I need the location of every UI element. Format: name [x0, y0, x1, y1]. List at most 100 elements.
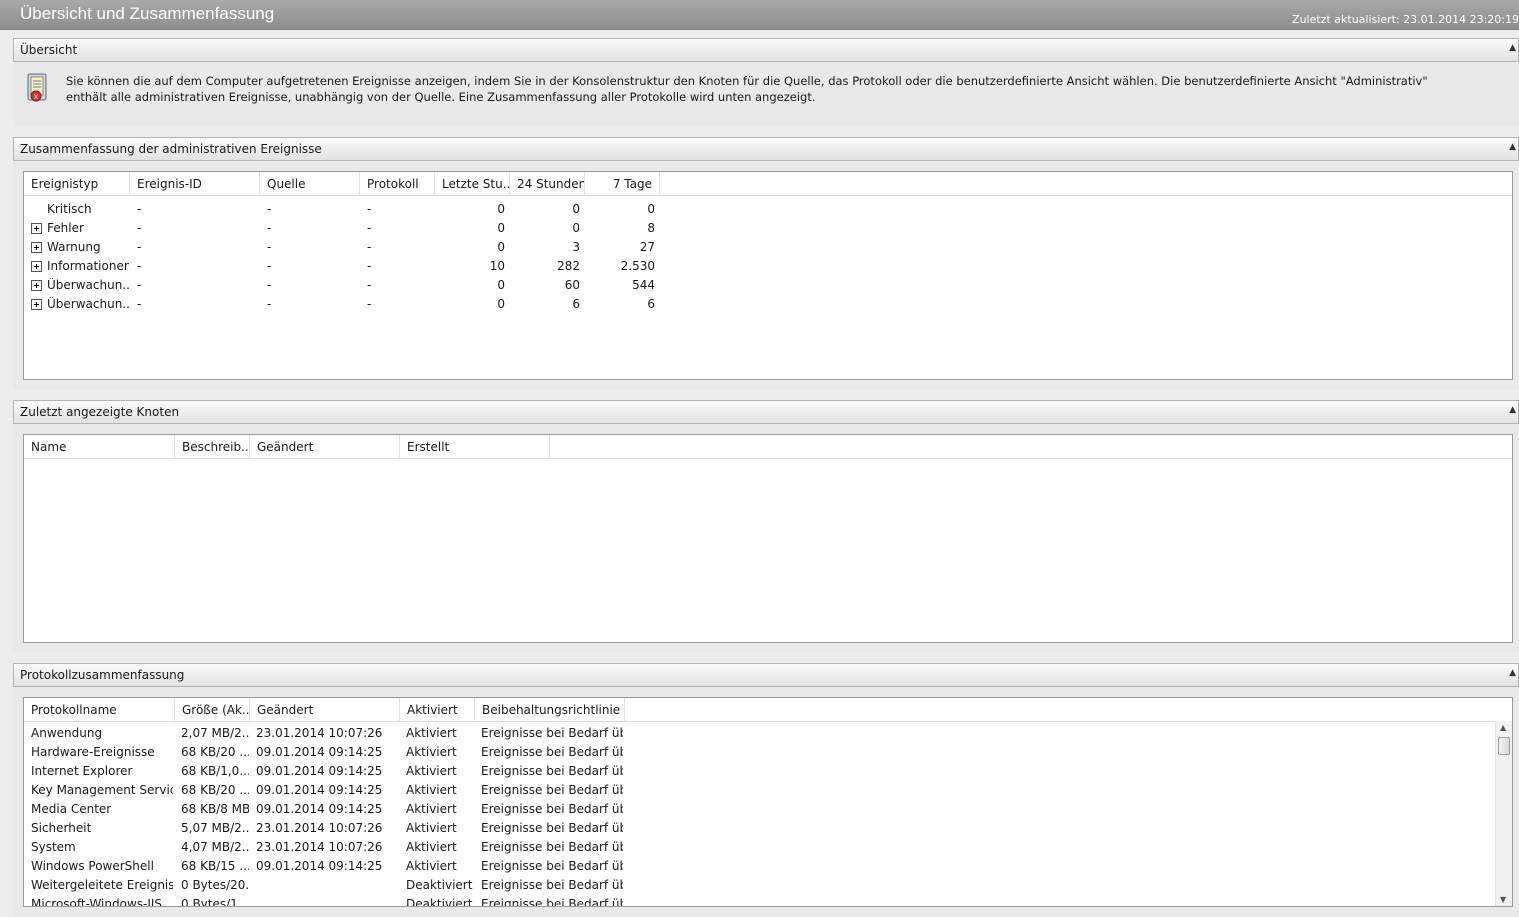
table-cell-source: - — [267, 259, 272, 273]
table-row[interactable]: Hardware-Ereignisse 68 KB/20 ... 09.01.201… — [24, 743, 1512, 762]
table-row[interactable]: Windows PowerShell 68 KB/15 ... 09.01.2014… — [24, 857, 1512, 876]
table-row[interactable]: System 4,07 MB/2... 23.01.2014 10:07:26 Akt… — [24, 838, 1512, 857]
log-summary-scrollbar[interactable]: ▲ ▼ — [1495, 721, 1512, 906]
table-cell-modified: 23.01.2014 10:07:26 — [256, 821, 383, 835]
column-header-size[interactable]: Größe (Ak... — [175, 698, 250, 722]
table-row[interactable]: Sicherheit 5,07 MB/2... 23.01.2014 10:07:2… — [24, 819, 1512, 838]
table-cell-enabled: Aktiviert — [406, 783, 457, 797]
column-header-enabled[interactable]: Aktiviert — [400, 698, 475, 722]
column-header-event-id[interactable]: Ereignis-ID — [130, 172, 260, 196]
column-header-7-days[interactable]: 7 Tage — [585, 172, 660, 196]
column-header-event-type[interactable]: Ereignistyp — [24, 172, 130, 196]
table-cell-policy: Ereignisse bei Bedarf üb... — [481, 802, 623, 816]
table-row[interactable]: Weitergeleitete Ereignisse 0 Bytes/20... D… — [24, 876, 1512, 895]
table-cell-modified: 09.01.2014 09:14:25 — [256, 783, 383, 797]
scroll-up-icon[interactable]: ▲ — [1500, 723, 1506, 732]
table-cell-type: Kritisch — [47, 202, 92, 216]
expand-plus-icon[interactable] — [31, 299, 42, 310]
column-header-created[interactable]: Erstellt — [400, 435, 550, 459]
table-cell-name: Internet Explorer — [31, 764, 133, 778]
svg-text:x: x — [34, 92, 39, 101]
table-cell-h24: 6 — [572, 297, 580, 311]
table-cell-name: Windows PowerShell — [31, 859, 154, 873]
column-header-retention-policy[interactable]: Beibehaltungsrichtlinie — [475, 698, 625, 722]
table-row[interactable]: Warnung - - - 0 3 27 — [24, 238, 1512, 257]
log-summary-section-label: Protokollzusammenfassung — [20, 668, 185, 682]
recent-nodes-table[interactable]: Name Beschreib... Geändert Erstellt — [23, 434, 1513, 643]
table-cell-d7: 8 — [647, 221, 655, 235]
table-cell-modified: 09.01.2014 09:14:25 — [256, 745, 383, 759]
table-cell-policy: Ereignisse bei Bedarf üb... — [481, 897, 623, 907]
column-header-last-hour[interactable]: Letzte Stu... — [435, 172, 510, 196]
table-cell-policy: Ereignisse bei Bedarf üb... — [481, 859, 623, 873]
expand-plus-icon[interactable] — [31, 280, 42, 291]
admin-summary-section-label: Zusammenfassung der administrativen Erei… — [20, 142, 322, 156]
event-viewer-icon: x — [27, 73, 47, 102]
table-cell-policy: Ereignisse bei Bedarf üb... — [481, 726, 623, 740]
table-row[interactable]: Anwendung 2,07 MB/2... 23.01.2014 10:07:26… — [24, 724, 1512, 743]
table-cell-source: - — [267, 202, 272, 216]
column-header-source[interactable]: Quelle — [260, 172, 360, 196]
table-cell-d7: 544 — [632, 278, 655, 292]
table-cell-last-hour: 0 — [497, 202, 505, 216]
table-row[interactable]: Media Center 68 KB/8 MB 09.01.2014 09:14:2… — [24, 800, 1512, 819]
scrollbar-thumb[interactable] — [1498, 737, 1510, 755]
expand-plus-icon[interactable] — [31, 223, 42, 234]
log-summary-table[interactable]: Protokollname Größe (Ak... Geändert Akti… — [23, 697, 1513, 907]
table-row[interactable]: Fehler - - - 0 0 8 — [24, 219, 1512, 238]
table-cell-enabled: Aktiviert — [406, 859, 457, 873]
collapse-overview-icon[interactable]: ▲ — [1509, 43, 1516, 53]
table-cell-last-hour: 0 — [497, 278, 505, 292]
table-cell-type: Überwachun... — [47, 297, 129, 311]
table-cell-h24: 0 — [572, 221, 580, 235]
table-cell-enabled: Aktiviert — [406, 802, 457, 816]
table-cell-source: - — [267, 240, 272, 254]
table-cell-size: 68 KB/15 ... — [181, 859, 249, 873]
table-row[interactable]: Internet Explorer 68 KB/1,0... 09.01.2014 … — [24, 762, 1512, 781]
table-cell-log: - — [367, 240, 372, 254]
column-header-name[interactable]: Name — [24, 435, 175, 459]
table-cell-policy: Ereignisse bei Bedarf üb... — [481, 764, 623, 778]
table-cell-policy: Ereignisse bei Bedarf üb... — [481, 840, 623, 854]
table-cell-modified: 09.01.2014 09:14:25 — [256, 764, 383, 778]
table-cell-h24: 0 — [572, 202, 580, 216]
table-row[interactable]: Microsoft-Windows-IIS... 0 Bytes/1... Deak… — [24, 895, 1512, 907]
collapse-log-summary-icon[interactable]: ▲ — [1509, 668, 1516, 678]
table-row[interactable]: Kritisch - - - 0 0 0 — [24, 200, 1512, 219]
table-cell-d7: 6 — [647, 297, 655, 311]
recent-nodes-section-header[interactable]: Zuletzt angezeigte Knoten ▲ — [13, 400, 1519, 424]
table-cell-id: - — [137, 259, 142, 273]
column-header-log[interactable]: Protokoll — [360, 172, 435, 196]
expand-plus-icon[interactable] — [31, 261, 42, 272]
column-header-modified[interactable]: Geändert — [250, 435, 400, 459]
table-row[interactable]: Überwachun... - - -0 6 6 — [24, 295, 1512, 314]
table-cell-size: 4,07 MB/2... — [181, 840, 249, 854]
table-cell-size: 68 KB/1,0... — [181, 764, 249, 778]
table-cell-policy: Ereignisse bei Bedarf üb... — [481, 821, 623, 835]
collapse-recent-nodes-icon[interactable]: ▲ — [1509, 405, 1516, 415]
table-row[interactable]: Informationen - - -10 282 2.530 — [24, 257, 1512, 276]
table-cell-type: Fehler — [47, 221, 84, 235]
column-header-log-modified[interactable]: Geändert — [250, 698, 400, 722]
table-cell-type: Warnung — [47, 240, 101, 254]
scroll-down-icon[interactable]: ▼ — [1500, 895, 1506, 904]
table-row[interactable]: Überwachun... - - -0 60 544 — [24, 276, 1512, 295]
table-cell-log: - — [367, 221, 372, 235]
table-cell-name: Media Center — [31, 802, 112, 816]
admin-summary-section-header[interactable]: Zusammenfassung der administrativen Erei… — [13, 137, 1519, 161]
overview-description: Sie können die auf dem Computer aufgetre… — [66, 74, 1428, 104]
column-header-24-hours[interactable]: 24 Stunden — [510, 172, 585, 196]
table-cell-id: - — [137, 221, 142, 235]
table-row[interactable]: Key Management Service 68 KB/20 ... 09.01.… — [24, 781, 1512, 800]
table-cell-d7: 27 — [639, 240, 655, 254]
table-cell-last-hour: 0 — [497, 221, 505, 235]
expand-plus-icon[interactable] — [31, 242, 42, 253]
overview-section-header[interactable]: Übersicht ▲ — [13, 38, 1519, 62]
admin-summary-table[interactable]: Ereignistyp Ereignis-ID Quelle Protokoll… — [23, 171, 1513, 380]
log-summary-section-header[interactable]: Protokollzusammenfassung ▲ — [13, 663, 1519, 687]
table-cell-size: 68 KB/20 ... — [181, 745, 249, 759]
column-header-description[interactable]: Beschreib... — [175, 435, 250, 459]
table-cell-id: - — [137, 202, 142, 216]
collapse-admin-summary-icon[interactable]: ▲ — [1509, 142, 1516, 152]
column-header-log-name[interactable]: Protokollname — [24, 698, 175, 722]
